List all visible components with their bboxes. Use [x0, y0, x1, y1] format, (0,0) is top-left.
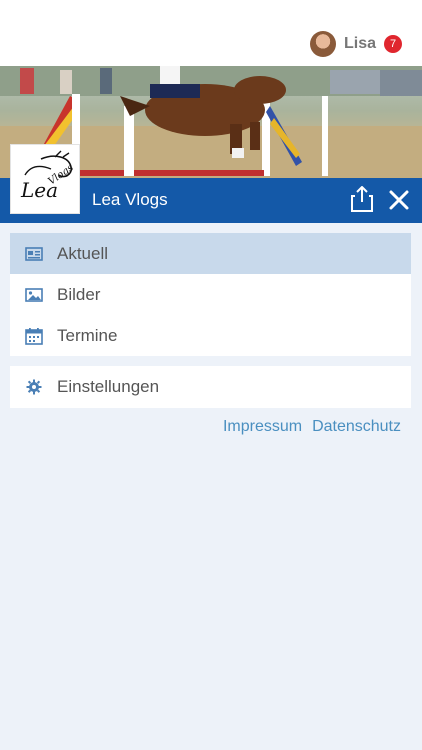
notification-badge[interactable]: 7: [384, 35, 402, 53]
menu-item-einstellungen[interactable]: Einstellungen: [10, 366, 411, 408]
menu-item-aktuell[interactable]: Aktuell: [10, 233, 411, 274]
user-profile[interactable]: Lisa 7: [309, 30, 402, 58]
calendar-icon: [25, 327, 43, 345]
svg-text:Vlogs: Vlogs: [46, 162, 75, 187]
gear-icon: [25, 378, 43, 396]
channel-title: Lea Vlogs: [92, 190, 168, 209]
share-icon[interactable]: [350, 185, 374, 212]
newspaper-icon: [25, 245, 43, 263]
image-icon: [25, 286, 43, 304]
top-bar: Lisa 7: [0, 0, 422, 66]
datenschutz-link[interactable]: Datenschutz: [312, 418, 401, 436]
close-icon[interactable]: [388, 189, 410, 211]
menu-item-bilder[interactable]: Bilder: [10, 274, 411, 315]
settings-label: Einstellungen: [57, 377, 160, 396]
main-menu: Aktuell Bilder Termine: [10, 233, 411, 356]
avatar[interactable]: [309, 31, 336, 57]
menu-item-label: Termine: [57, 325, 118, 345]
menu-item-label: Bilder: [57, 284, 101, 304]
menu-item-termine[interactable]: Termine: [10, 315, 411, 356]
impressum-link[interactable]: Impressum: [223, 418, 302, 436]
menu-item-label: Aktuell: [57, 243, 109, 263]
channel-logo: Lea Vlogs: [10, 144, 80, 214]
footer-links: Impressum Datenschutz: [223, 418, 401, 436]
user-name[interactable]: Lisa: [344, 35, 376, 53]
